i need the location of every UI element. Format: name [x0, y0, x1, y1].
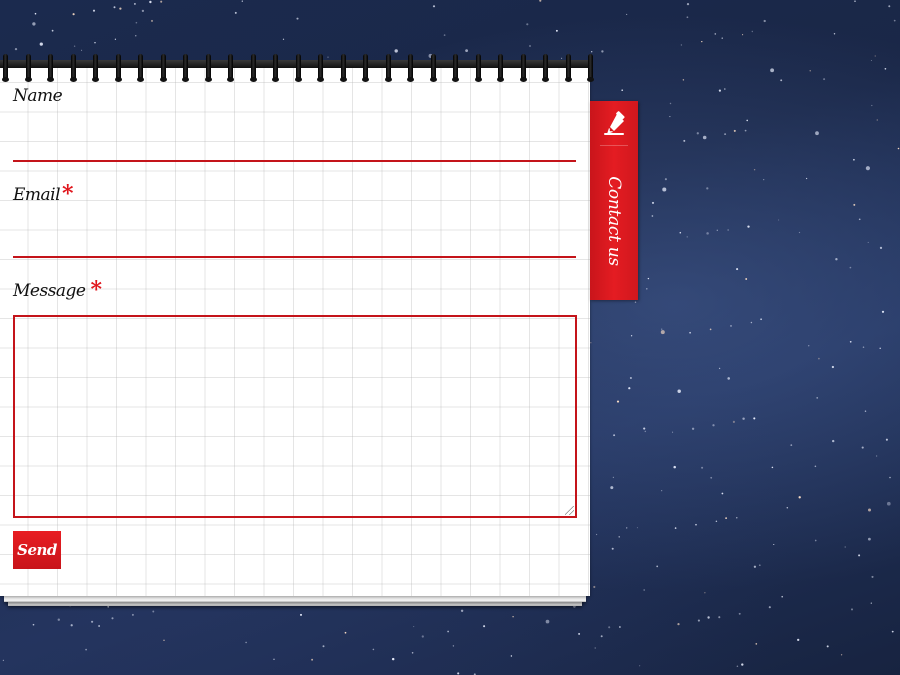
contact-form: Name Email* Message * Send	[0, 64, 590, 596]
resize-grip-icon[interactable]	[565, 506, 574, 515]
name-field[interactable]	[13, 134, 576, 162]
notebook-page-edge	[4, 596, 586, 602]
notebook-spiral-binding	[0, 54, 594, 82]
required-marker: *	[62, 181, 74, 207]
contact-us-label: Contact us	[604, 176, 624, 266]
tab-divider	[600, 145, 628, 146]
email-field[interactable]	[13, 230, 576, 258]
message-label: Message *	[13, 277, 103, 303]
email-label: Email*	[13, 181, 74, 207]
send-button[interactable]: Send	[13, 531, 61, 569]
message-textarea[interactable]	[13, 315, 577, 518]
required-marker: *	[90, 277, 103, 303]
name-label: Name	[13, 86, 63, 106]
pen-icon	[604, 111, 625, 135]
contact-us-tab[interactable]: Contact us	[590, 101, 638, 300]
